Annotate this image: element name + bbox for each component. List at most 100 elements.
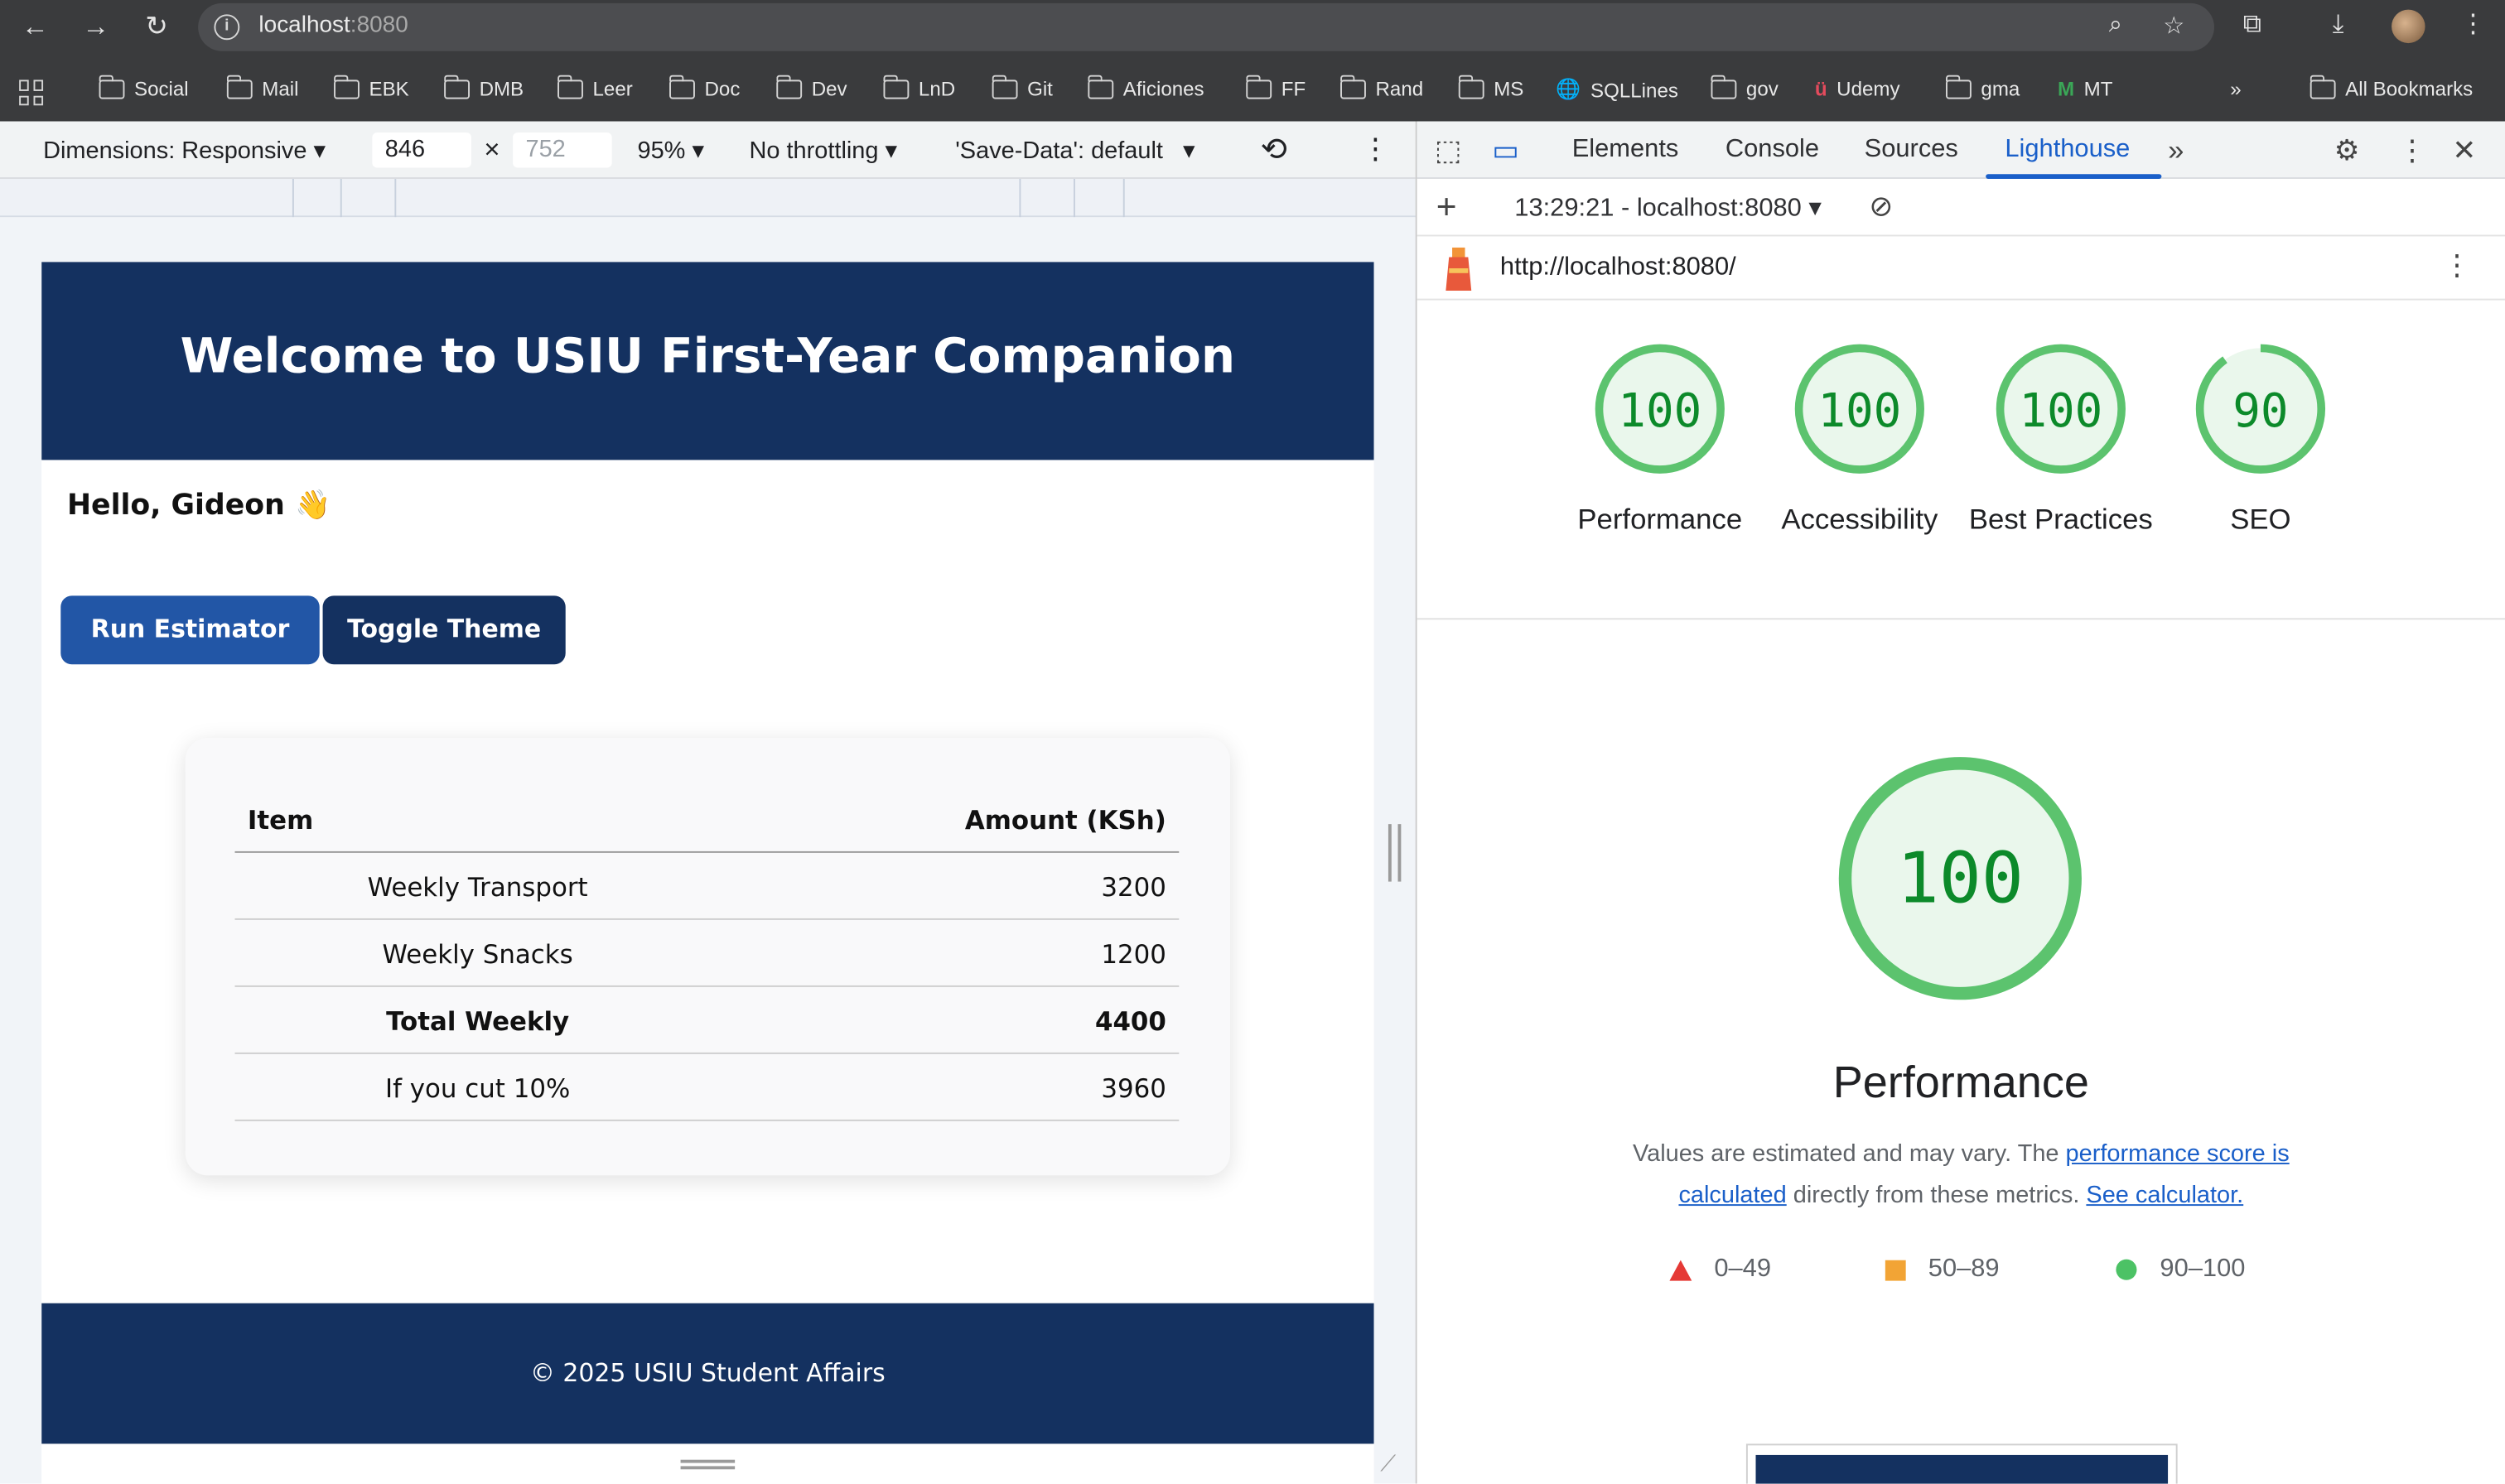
download-icon[interactable]: ⤓ (2333, 8, 2344, 43)
gauge-label: SEO (2230, 503, 2291, 536)
zoom-icon[interactable]: ⌕ (2109, 11, 2122, 38)
table-row-total: Total Weekly 4400 (234, 987, 1180, 1054)
tab-sources[interactable]: Sources (1865, 136, 1958, 165)
media-query-ruler[interactable] (0, 178, 1416, 218)
row-amount: 3200 (1101, 871, 1166, 903)
bookmark-folder[interactable]: FF (1245, 75, 1306, 100)
settings-gear-icon[interactable]: ⚙ (2334, 134, 2360, 167)
report-selector[interactable]: 13:29:21 - localhost:8080 ▾ (1514, 191, 1822, 224)
bookmark-folder[interactable]: DMB (443, 75, 524, 100)
row-item: Weekly Transport (367, 871, 588, 903)
site-info-icon[interactable]: i (214, 14, 240, 41)
folder-icon (775, 75, 803, 99)
legend-pass: 90–100 (2115, 1255, 2245, 1284)
inspect-element-icon[interactable]: ⬚ (1435, 134, 1462, 167)
folder-icon (882, 75, 910, 99)
row-item: If you cut 10% (384, 1072, 571, 1104)
gauge-score: 100 (1618, 384, 1701, 438)
tab-elements[interactable]: Elements (1572, 136, 1679, 165)
forward-icon[interactable]: → (77, 8, 115, 46)
folder-icon (1245, 75, 1272, 99)
folder-icon (1339, 75, 1366, 99)
bookmark-folder[interactable]: MS (1457, 75, 1523, 100)
browser-toolbar: ← → ↻ i localhost:8080 ⌕ ☆ ⧉ ⤓ ⋮ Social … (0, 0, 2505, 122)
folder-icon (225, 75, 253, 99)
folder-icon (2309, 75, 2336, 99)
bookmark-folder[interactable]: Mail (225, 75, 298, 100)
header-item: Item (247, 804, 314, 836)
bookmark-folder[interactable]: Aficiones (1087, 75, 1204, 100)
row-item: Total Weekly (386, 1005, 570, 1037)
greeting: Hello, Gideon 👋 (66, 489, 331, 523)
rotate-icon[interactable]: ⟲ (1261, 129, 1287, 169)
folder-icon (991, 75, 1018, 99)
profile-avatar[interactable] (2392, 9, 2425, 44)
seo-gauge[interactable]: 90 (2194, 342, 2328, 476)
bookmark-folder[interactable]: Git (991, 75, 1053, 100)
browser-menu-icon[interactable]: ⋮ (2460, 8, 2486, 43)
tab-lighthouse[interactable]: Lighthouse (2005, 136, 2130, 165)
estimator-table: Item Amount (KSh) Weekly Transport 3200 … (234, 786, 1180, 1121)
page-header: Welcome to USIU First-Year Companion (41, 262, 1374, 460)
folder-icon (333, 75, 360, 99)
report-url-bar: http://localhost:8080/ ⋮ (1417, 236, 2505, 301)
all-bookmarks[interactable]: All Bookmarks (2309, 75, 2473, 100)
bookmark-folder[interactable]: gma (1945, 75, 2020, 100)
row-amount: 4400 (1094, 1005, 1166, 1037)
accessibility-gauge[interactable]: 100 (1793, 342, 1927, 476)
bookmark-link[interactable]: 🌐 SQLLines (1556, 78, 1678, 102)
resize-handle-bottom[interactable] (680, 1459, 736, 1470)
folder-icon (1945, 75, 1972, 99)
bookmark-link[interactable]: ü Udemy (1815, 78, 1900, 100)
tab-console[interactable]: Console (1726, 136, 1819, 165)
width-input[interactable]: 846 (372, 132, 471, 168)
more-tabs-icon[interactable]: » (2168, 134, 2184, 167)
device-more-icon[interactable]: ⋮ (1361, 132, 1390, 166)
bookmark-folder[interactable]: gov (1710, 75, 1779, 100)
address-url[interactable]: localhost:8080 (258, 12, 408, 38)
bookmark-star-icon[interactable]: ☆ (2163, 11, 2184, 40)
gauge-score: 90 (2232, 384, 2288, 438)
extensions-icon[interactable]: ⧉ (2243, 8, 2261, 43)
bookmarks-bar: Social Mail EBK DMB Leer Doc Dev LnD Git… (0, 64, 2505, 121)
device-toggle-icon[interactable]: ▭ (1492, 134, 1519, 167)
device-toolbar: Dimensions: Responsive ▾ 846 × 752 95% ▾… (0, 121, 1416, 179)
table-row: Weekly Snacks 1200 (234, 920, 1180, 987)
bookmark-folder[interactable]: LnD (882, 75, 955, 100)
gmail-icon: M (2057, 78, 2075, 101)
folder-icon (1457, 75, 1484, 99)
bookmarks-overflow[interactable]: » (2230, 78, 2241, 100)
bookmark-folder[interactable]: Social (98, 75, 189, 100)
bookmark-folder[interactable]: Doc (668, 75, 740, 100)
height-input[interactable]: 752 (513, 132, 612, 168)
dimensions-select[interactable]: Dimensions: Responsive ▾ (43, 136, 326, 165)
resize-handle-right[interactable] (1388, 824, 1402, 882)
performance-main-gauge: 100 (1838, 757, 2082, 1000)
back-icon[interactable]: ← (16, 8, 54, 46)
toggle-theme-button[interactable]: Toggle Theme (322, 595, 566, 665)
bookmark-link[interactable]: M MT (2058, 78, 2113, 100)
run-estimator-button[interactable]: Run Estimator (60, 595, 320, 665)
close-icon[interactable]: ✕ (2452, 134, 2476, 167)
reload-icon[interactable]: ↻ (138, 8, 176, 46)
save-data-select[interactable]: 'Save-Data': default ▾ (955, 136, 1195, 165)
red-triangle-icon (1669, 1259, 1692, 1280)
resize-handle-corner[interactable]: ⟋ (1380, 1450, 1396, 1477)
gauge-label: Performance (1577, 503, 1743, 536)
legend-average: 50–89 (1885, 1255, 2000, 1284)
address-bar[interactable]: i localhost:8080 ⌕ ☆ (198, 2, 2214, 51)
throttling-select[interactable]: No throttling ▾ (749, 136, 897, 165)
bookmark-folder[interactable]: EBK (333, 75, 409, 100)
main-score: 100 (1897, 838, 2024, 920)
see-calculator-link[interactable]: See calculator. (2086, 1182, 2243, 1209)
bookmark-folder[interactable]: Dev (775, 75, 847, 100)
new-report-icon[interactable]: + (1436, 187, 1457, 229)
performance-gauge[interactable]: 100 (1593, 342, 1727, 476)
report-menu-icon[interactable]: ⋮ (2443, 249, 2472, 282)
zoom-select[interactable]: 95% ▾ (637, 136, 703, 165)
clear-icon[interactable]: ⊘ (1869, 190, 1893, 223)
bookmark-folder[interactable]: Rand (1339, 75, 1423, 100)
bookmark-folder[interactable]: Leer (557, 75, 633, 100)
devtools-menu-icon[interactable]: ⋮ (2398, 134, 2427, 167)
best-practices-gauge[interactable]: 100 (1994, 342, 2128, 476)
